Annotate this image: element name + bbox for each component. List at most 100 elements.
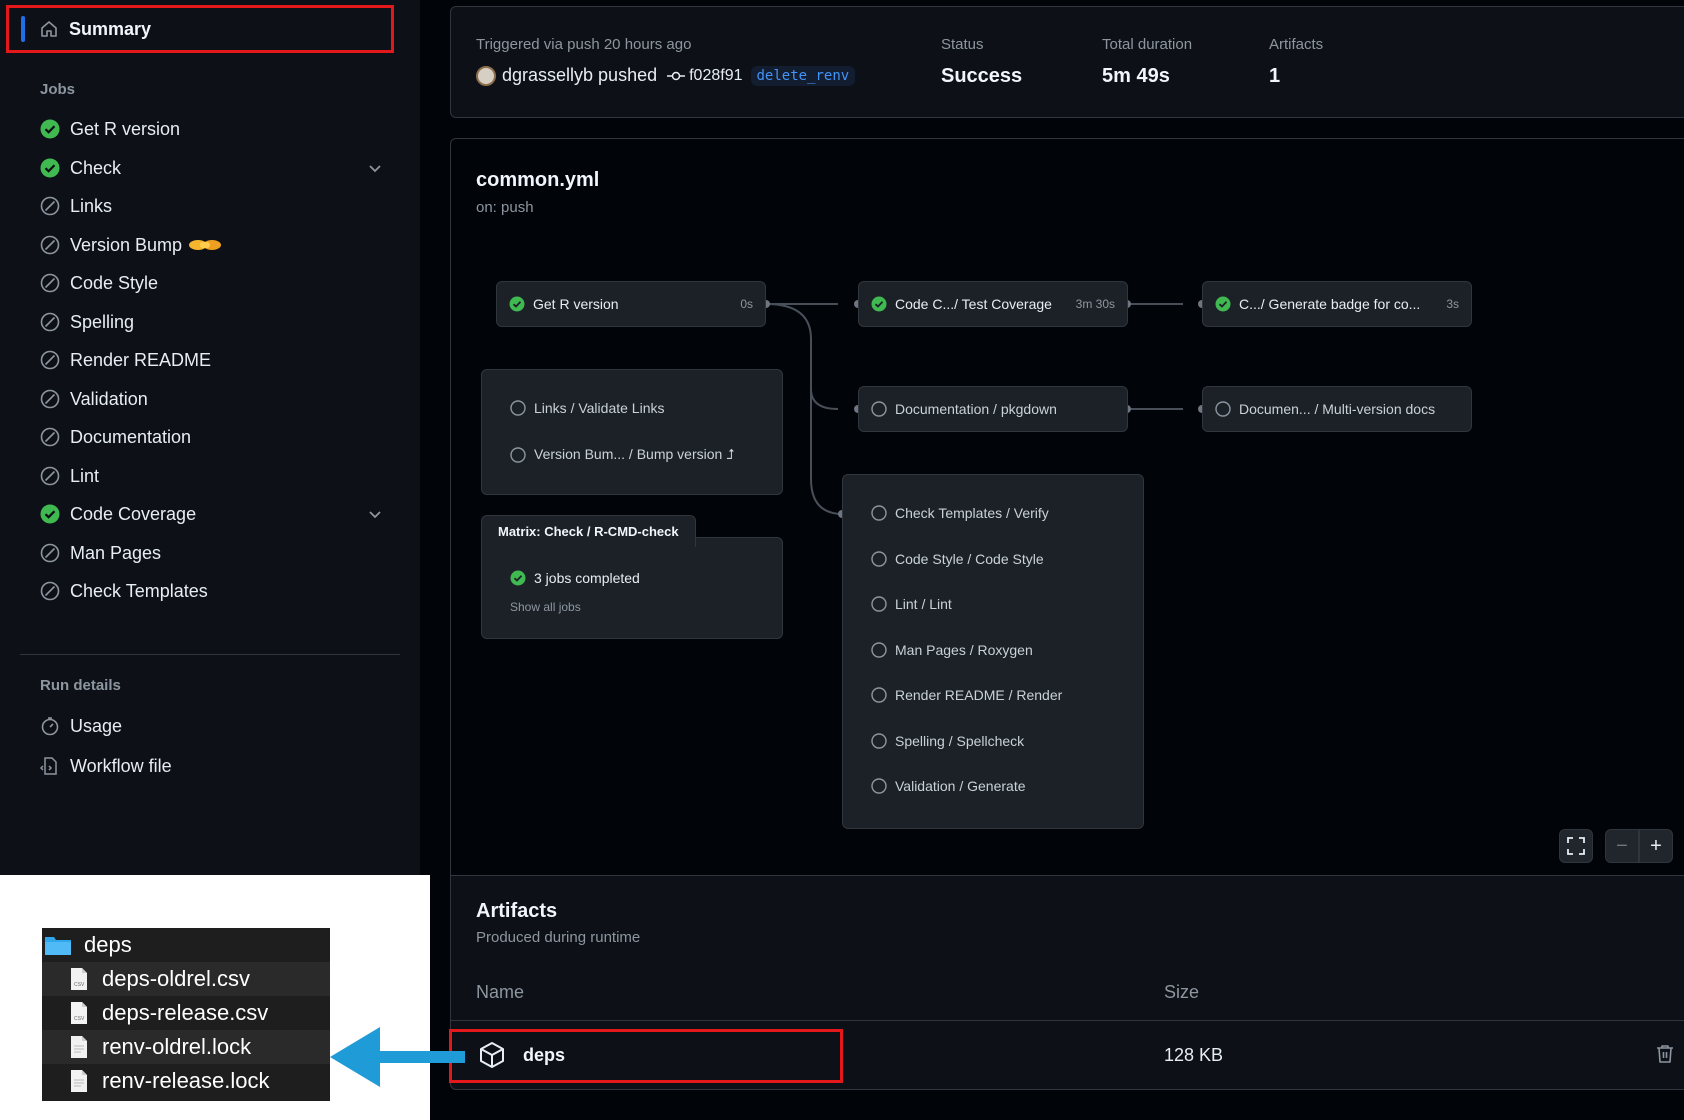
group-job-man-pages[interactable]: Man Pages / Roxygen bbox=[871, 642, 1033, 658]
sidebar-job-code-style[interactable]: Code Style bbox=[40, 268, 385, 298]
sidebar-divider bbox=[20, 654, 400, 655]
pending-circle-icon bbox=[871, 642, 887, 658]
artifact-name: deps bbox=[523, 1044, 566, 1065]
arrow-left-icon bbox=[330, 1027, 465, 1087]
group-job-version-bump[interactable]: Version Bum... / Bump version ⮥ bbox=[510, 446, 734, 463]
job-label: Spelling / Spellcheck bbox=[895, 733, 1025, 749]
node-multiversion-docs[interactable]: Documen... / Multi-version docs bbox=[1202, 386, 1472, 432]
job-label: Spelling bbox=[70, 311, 135, 332]
job-label: Validation / Generate bbox=[895, 778, 1026, 794]
job-label: Links / Validate Links bbox=[534, 400, 665, 416]
sidebar-job-links[interactable]: Links bbox=[40, 191, 385, 221]
chevron-down-icon[interactable] bbox=[365, 504, 385, 524]
file-name: deps-release.csv bbox=[102, 1000, 269, 1025]
finder-file[interactable]: renv-release.lock bbox=[42, 1064, 330, 1098]
node-duration: 3m 30s bbox=[1075, 297, 1115, 311]
job-label: Lint bbox=[70, 465, 100, 486]
finder-file[interactable]: CSV deps-oldrel.csv bbox=[42, 962, 330, 996]
job-label: Links bbox=[70, 195, 113, 216]
artifacts-count-label: Artifacts bbox=[1269, 36, 1324, 53]
node-pkgdown[interactable]: Documentation / pkgdown bbox=[858, 386, 1128, 432]
node-code-coverage[interactable]: Code C.../ Test Coverage 3m 30s bbox=[858, 281, 1128, 327]
artifact-link[interactable]: deps bbox=[477, 1040, 565, 1070]
node-label: Get R version bbox=[533, 296, 619, 312]
skipped-icon bbox=[40, 543, 60, 563]
group-job-validation[interactable]: Validation / Generate bbox=[871, 778, 1026, 794]
run-summary-panel: Triggered via push 20 hours ago dgrassel… bbox=[450, 6, 1684, 118]
job-label: Check Templates / Verify bbox=[895, 505, 1049, 521]
chevron-down-icon[interactable] bbox=[365, 158, 385, 178]
job-label: Man Pages / Roxygen bbox=[895, 642, 1033, 658]
artifacts-panel: Artifacts Produced during runtime Name S… bbox=[449, 875, 1684, 1090]
sidebar-job-check-templates[interactable]: Check Templates bbox=[40, 576, 385, 606]
finder-window: deps CSV deps-oldrel.csv CSV deps-releas… bbox=[42, 928, 330, 1101]
finder-file[interactable]: CSV deps-release.csv bbox=[42, 996, 330, 1030]
sidebar-job-validation[interactable]: Validation bbox=[40, 384, 385, 414]
skipped-icon bbox=[40, 389, 60, 409]
status-label: Status bbox=[941, 36, 984, 53]
sidebar-item-workflow-file[interactable]: Workflow file bbox=[40, 751, 385, 781]
pending-circle-icon bbox=[871, 778, 887, 794]
node-label: Code C.../ Test Coverage bbox=[895, 296, 1052, 312]
node-generate-badge[interactable]: C.../ Generate badge for co... 3s bbox=[1202, 281, 1472, 327]
job-label: Code Style / Code Style bbox=[895, 551, 1044, 567]
home-icon bbox=[41, 21, 57, 37]
group-job-code-style[interactable]: Code Style / Code Style bbox=[871, 551, 1044, 567]
skipped-icon bbox=[40, 427, 60, 447]
sidebar-item-usage[interactable]: Usage bbox=[40, 711, 385, 741]
handshake-icon bbox=[189, 240, 222, 250]
group-job-render-readme[interactable]: Render README / Render bbox=[871, 687, 1062, 703]
sidebar-job-man-pages[interactable]: Man Pages bbox=[40, 538, 385, 568]
active-indicator bbox=[21, 16, 25, 42]
sidebar-job-check[interactable]: Check bbox=[40, 153, 385, 183]
pending-circle-icon bbox=[871, 733, 887, 749]
sidebar-job-get-r-version[interactable]: Get R version bbox=[40, 114, 385, 144]
sidebar-job-version-bump[interactable]: Version Bump bbox=[40, 230, 385, 260]
node-get-r-version[interactable]: Get R version 0s bbox=[496, 281, 766, 327]
folder-name: deps bbox=[84, 932, 132, 957]
check-circle-icon bbox=[40, 504, 60, 524]
job-label: Check bbox=[70, 157, 122, 178]
check-circle-icon bbox=[1215, 296, 1231, 312]
trigger-text: Triggered via push 20 hours ago bbox=[476, 36, 692, 53]
finder-folder[interactable]: deps bbox=[42, 928, 330, 962]
job-label: Render README / Render bbox=[895, 687, 1063, 703]
group-job-spelling[interactable]: Spelling / Spellcheck bbox=[871, 733, 1024, 749]
actor-text[interactable]: dgrassellyb pushed bbox=[502, 65, 657, 86]
pending-circle-icon bbox=[871, 505, 887, 521]
group-job-check-templates[interactable]: Check Templates / Verify bbox=[871, 505, 1049, 521]
sidebar-item-summary[interactable]: Summary bbox=[6, 5, 394, 53]
job-label: Render README bbox=[70, 349, 212, 370]
sidebar-job-lint[interactable]: Lint bbox=[40, 461, 385, 491]
pending-circle-icon bbox=[871, 551, 887, 567]
artifacts-title: Artifacts bbox=[476, 900, 558, 922]
group-job-lint[interactable]: Lint / Lint bbox=[871, 596, 952, 612]
show-all-jobs-link[interactable]: Show all jobs bbox=[510, 600, 581, 614]
skipped-icon bbox=[40, 196, 60, 216]
trash-icon[interactable] bbox=[1654, 1043, 1676, 1065]
group-job-links[interactable]: Links / Validate Links bbox=[510, 400, 664, 416]
finder-file[interactable]: renv-oldrel.lock bbox=[42, 1030, 330, 1064]
job-label: Check Templates bbox=[70, 580, 208, 601]
job-label: Lint / Lint bbox=[895, 596, 952, 612]
sidebar-job-render-readme[interactable]: Render README bbox=[40, 345, 385, 375]
zoom-out-button[interactable]: − bbox=[1605, 829, 1639, 863]
branch-badge[interactable]: delete_renv bbox=[750, 65, 856, 86]
skipped-icon bbox=[40, 466, 60, 486]
commit-sha[interactable]: f028f91 bbox=[667, 67, 743, 85]
csv-file-icon: CSV bbox=[71, 968, 87, 990]
workflow-graph-panel: common.yml on: push Get R version 0s Cod… bbox=[450, 138, 1684, 878]
matrix-completed[interactable]: 3 jobs completed bbox=[510, 570, 640, 586]
sidebar-job-documentation[interactable]: Documentation bbox=[40, 422, 385, 452]
job-label: Documentation bbox=[70, 426, 192, 447]
job-label: Code Style bbox=[70, 272, 159, 293]
fullscreen-button[interactable] bbox=[1559, 829, 1593, 863]
zoom-in-button[interactable]: + bbox=[1639, 829, 1673, 863]
skipped-icon bbox=[40, 312, 60, 332]
sidebar-job-code-coverage[interactable]: Code Coverage bbox=[40, 499, 385, 529]
avatar[interactable] bbox=[476, 65, 496, 86]
sidebar-job-spelling[interactable]: Spelling bbox=[40, 307, 385, 337]
file-code-icon bbox=[40, 757, 57, 775]
pending-circle-icon bbox=[510, 400, 526, 416]
git-commit-icon bbox=[667, 71, 686, 80]
